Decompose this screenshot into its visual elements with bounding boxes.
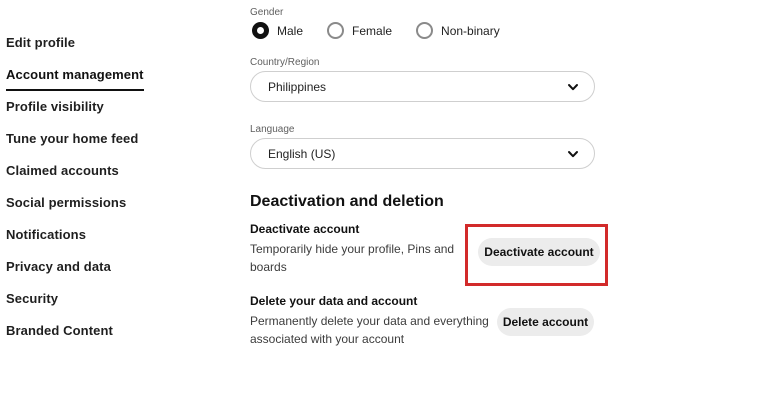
delete-account-button[interactable]: Delete account (497, 308, 594, 336)
description-line: associated with your account (250, 332, 405, 346)
country-select-value: Philippines (268, 79, 327, 94)
sidebar-item-label: Notifications (6, 227, 87, 242)
country-select[interactable]: Philippines (250, 71, 595, 102)
country-label: Country/Region (250, 57, 320, 68)
settings-sidebar: Edit profile Account management Profile … (6, 34, 216, 354)
sidebar-item-branded-content[interactable]: Branded Content (6, 322, 216, 354)
gender-radio-group: Male Female Non-binary (252, 22, 500, 39)
sidebar-item-social-permissions[interactable]: Social permissions (6, 194, 216, 226)
radio-unselected-icon (416, 22, 434, 39)
language-select[interactable]: English (US) (250, 138, 595, 169)
sidebar-item-account-management[interactable]: Account management (6, 66, 216, 98)
sidebar-item-label: Tune your home feed (6, 131, 139, 146)
radio-label: Male (277, 23, 304, 38)
deactivate-account-title: Deactivate account (250, 222, 360, 236)
sidebar-item-label: Security (6, 291, 59, 306)
sidebar-item-edit-profile[interactable]: Edit profile (6, 34, 216, 66)
radio-selected-icon (252, 22, 269, 39)
settings-page: Edit profile Account management Profile … (0, 0, 768, 414)
deactivate-account-description: Temporarily hide your profile, Pins and … (250, 240, 495, 276)
delete-account-title: Delete your data and account (250, 294, 418, 308)
sidebar-item-privacy-and-data[interactable]: Privacy and data (6, 258, 216, 290)
sidebar-item-tune-home-feed[interactable]: Tune your home feed (6, 130, 216, 162)
sidebar-item-notifications[interactable]: Notifications (6, 226, 216, 258)
radio-label: Non-binary (441, 23, 500, 38)
sidebar-item-security[interactable]: Security (6, 290, 216, 322)
sidebar-item-label: Privacy and data (6, 259, 111, 274)
deactivation-deletion-heading: Deactivation and deletion (250, 193, 444, 210)
sidebar-item-profile-visibility[interactable]: Profile visibility (6, 98, 216, 130)
chevron-down-icon (568, 83, 578, 90)
sidebar-item-label: Branded Content (6, 323, 113, 338)
description-line: Permanently delete your data and everyth… (250, 314, 489, 328)
deactivate-account-button[interactable]: Deactivate account (478, 238, 600, 266)
radio-label: Female (352, 23, 393, 38)
description-line: boards (250, 260, 287, 274)
gender-option-male[interactable]: Male (252, 22, 303, 39)
sidebar-item-label: Claimed accounts (6, 163, 119, 178)
language-select-value: English (US) (268, 146, 336, 161)
sidebar-item-label: Profile visibility (6, 99, 104, 114)
chevron-down-icon (568, 150, 578, 157)
gender-option-female[interactable]: Female (327, 22, 392, 39)
delete-account-description: Permanently delete your data and everyth… (250, 312, 500, 348)
sidebar-item-label: Edit profile (6, 35, 76, 50)
language-label: Language (250, 124, 295, 135)
sidebar-item-label: Account management (6, 67, 144, 91)
description-line: Temporarily hide your profile, Pins and (250, 242, 455, 256)
gender-label: Gender (250, 7, 284, 18)
gender-option-non-binary[interactable]: Non-binary (416, 22, 500, 39)
radio-unselected-icon (327, 22, 345, 39)
sidebar-item-label: Social permissions (6, 195, 127, 210)
sidebar-item-claimed-accounts[interactable]: Claimed accounts (6, 162, 216, 194)
